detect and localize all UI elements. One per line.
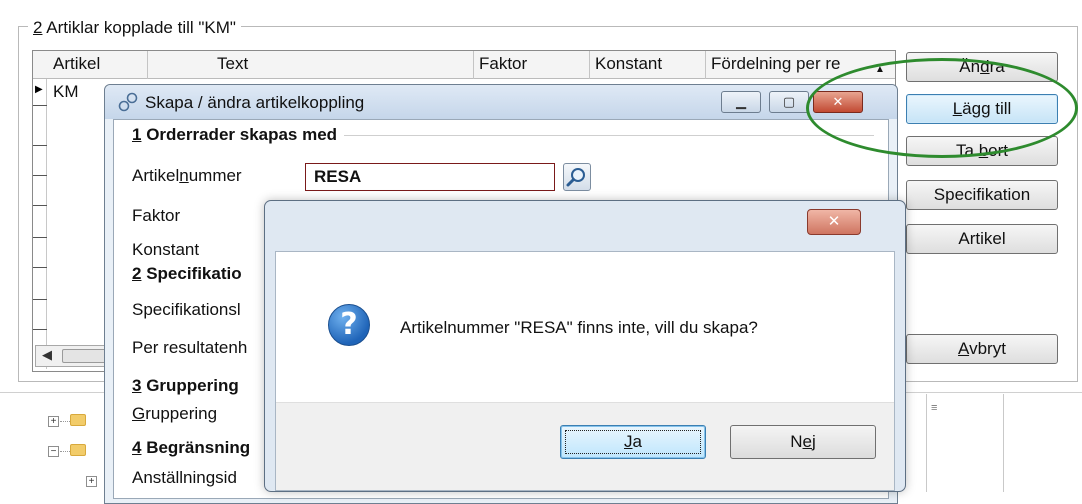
section-orderrader: 1 Orderrader skapas med xyxy=(132,125,338,144)
messagebox-text: Artikelnummer "RESA" finns inte, vill du… xyxy=(400,318,758,337)
section-gruppering: 3 Gruppering xyxy=(132,376,239,395)
avbryt-button[interactable]: Avbryt xyxy=(906,334,1058,364)
table-row[interactable]: KM xyxy=(53,82,79,102)
column-header-artikel[interactable]: Artikel xyxy=(53,54,100,74)
messagebox-body: ? Artikelnummer "RESA" finns inte, vill … xyxy=(275,251,895,491)
lookup-button[interactable] xyxy=(563,163,591,191)
maximize-icon[interactable]: ▢ xyxy=(769,91,809,113)
messagebox-footer: Ja Nej xyxy=(276,402,894,490)
grid-header: Artikel Text Faktor Konstant Fördelning … xyxy=(33,51,895,79)
current-row-pointer-icon: ▶ xyxy=(35,84,43,95)
scroll-left-icon[interactable]: ◀ xyxy=(42,347,52,363)
right-panel: ≡ xyxy=(926,394,1004,492)
specifikation-button[interactable]: Specifikation xyxy=(906,180,1058,210)
close-icon[interactable]: ✕ xyxy=(807,209,861,235)
highlight-ellipse xyxy=(806,58,1078,158)
confirm-messagebox: ✕ ? Artikelnummer "RESA" finns inte, vil… xyxy=(264,200,906,492)
collapse-icon[interactable]: − xyxy=(48,446,59,457)
question-icon: ? xyxy=(328,304,370,346)
anstallningsid-label: Anställningsid xyxy=(132,468,237,487)
dialog-titlebar[interactable]: Skapa / ändra artikelkoppling ▁ ▢ ✕ xyxy=(105,85,897,119)
folder-icon xyxy=(70,414,86,426)
grip-icon[interactable]: ≡ xyxy=(931,402,945,416)
expand-icon[interactable]: + xyxy=(48,416,59,427)
artikelnummer-input[interactable]: RESA xyxy=(305,163,555,191)
konstant-label: Konstant xyxy=(132,240,200,259)
dialog-title: Skapa / ändra artikelkoppling xyxy=(145,93,365,112)
artikel-button[interactable]: Artikel xyxy=(906,224,1058,254)
yes-button[interactable]: Ja xyxy=(560,425,706,459)
search-icon xyxy=(566,168,585,187)
minimize-icon[interactable]: ▁ xyxy=(721,91,761,113)
link-icon xyxy=(118,92,138,112)
cell-artikel: KM xyxy=(53,82,79,101)
section-begransning: 4 Begränsning xyxy=(132,438,251,457)
column-header-faktor[interactable]: Faktor xyxy=(479,54,527,74)
row-gutter xyxy=(33,79,47,369)
artikelnummer-label: Artikelnummer xyxy=(132,166,242,185)
gruppering-label: Gruppering xyxy=(132,404,218,423)
folder-icon xyxy=(70,444,86,456)
specifikation-label: Specifikationsl xyxy=(132,300,241,319)
column-header-konstant[interactable]: Konstant xyxy=(595,54,662,74)
column-header-fordelning[interactable]: Fördelning per re xyxy=(711,54,840,74)
section-specifikation: 2 Specifikatio xyxy=(132,264,242,283)
group-title: 2 Artiklar kopplade till "KM" xyxy=(28,18,241,37)
expand-icon[interactable]: + xyxy=(86,476,97,487)
faktor-label: Faktor xyxy=(132,206,181,225)
no-button[interactable]: Nej xyxy=(730,425,876,459)
tree-view[interactable]: + − + xyxy=(24,396,112,492)
column-header-text[interactable]: Text xyxy=(217,54,248,74)
per-resultatenhet-label: Per resultatenh xyxy=(132,338,248,357)
